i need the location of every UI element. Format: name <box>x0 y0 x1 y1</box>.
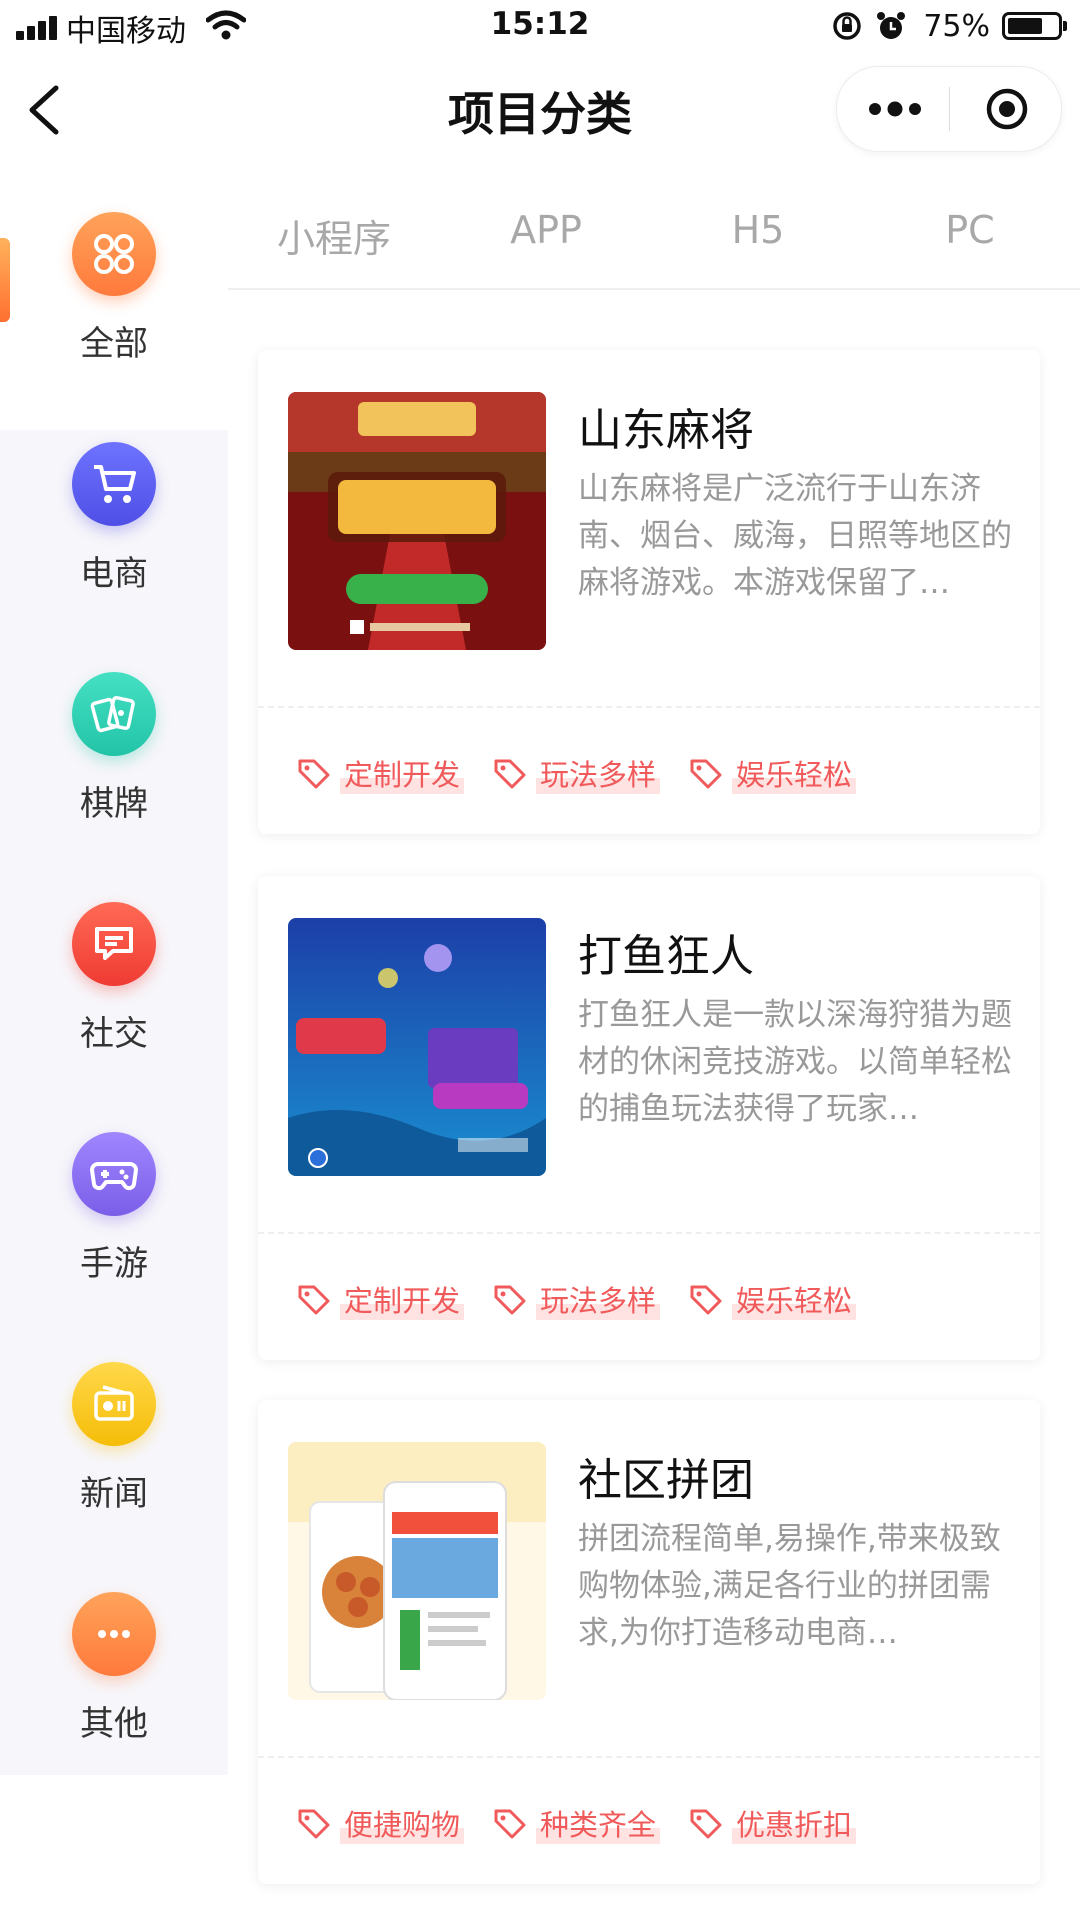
card-description: 山东麻将是广泛流行于山东济南、烟台、威海，日照等地区的麻将游戏。本游戏保留了… <box>578 471 1012 601</box>
feature-tag: 玩法多样 <box>492 1274 661 1324</box>
sidebar-item-label: 社交 <box>80 1014 148 1054</box>
tag-icon <box>298 1809 330 1839</box>
sidebar-item-board-games[interactable]: 棋牌 <box>0 660 228 890</box>
close-target-icon[interactable] <box>985 87 1029 131</box>
feature-tag: 优惠折扣 <box>688 1798 857 1848</box>
mahjong-thumbnail <box>288 392 546 650</box>
tag-label: 玩法多样 <box>536 752 661 794</box>
feature-tag: 定制开发 <box>296 1274 465 1324</box>
tag-icon <box>298 759 330 789</box>
card-description: 拼团流程简单,易操作,带来极致购物体验,满足各行业的拼团需求,为你打造移动电商… <box>578 1521 1001 1651</box>
card-tags: 定制开发 玩法多样 娱乐轻松 <box>296 1274 857 1324</box>
more-icon <box>72 1592 156 1676</box>
tag-label: 定制开发 <box>340 752 465 794</box>
feature-tag: 便捷购物 <box>296 1798 465 1848</box>
radio-icon <box>72 1362 156 1446</box>
tab-pc[interactable]: PC <box>880 208 1060 252</box>
sidebar-item-news[interactable]: 新闻 <box>0 1350 228 1580</box>
feature-tag: 玩法多样 <box>492 748 661 798</box>
feature-tag: 种类齐全 <box>492 1798 661 1848</box>
cart-icon <box>72 442 156 526</box>
sidebar-item-other[interactable]: 其他 <box>0 1580 228 1810</box>
card-title: 社区拼团 <box>578 1455 754 1506</box>
tag-icon <box>690 1809 722 1839</box>
category-sidebar: 全部 电商 棋牌 社交 手游 新闻 其他 <box>0 200 228 1775</box>
tag-icon <box>690 759 722 789</box>
tab-app[interactable]: APP <box>456 208 636 252</box>
feature-tag: 定制开发 <box>296 748 465 798</box>
sidebar-item-mobile-games[interactable]: 手游 <box>0 1120 228 1350</box>
tag-label: 定制开发 <box>340 1278 465 1320</box>
tag-label: 种类齐全 <box>536 1802 661 1844</box>
tag-label: 便捷购物 <box>340 1802 465 1844</box>
feature-tag: 娱乐轻松 <box>688 748 857 798</box>
capsule-divider <box>949 87 950 131</box>
sidebar-item-label: 其他 <box>80 1704 148 1744</box>
tag-icon <box>298 1285 330 1315</box>
card-title: 山东麻将 <box>578 405 754 456</box>
sidebar-item-label: 新闻 <box>80 1474 148 1514</box>
tag-label: 玩法多样 <box>536 1278 661 1320</box>
more-dots-icon[interactable] <box>867 93 923 125</box>
platform-tabs: 小程序 APP H5 PC <box>228 200 1080 290</box>
sidebar-item-all[interactable]: 全部 <box>0 200 228 430</box>
card-tags: 便捷购物 种类齐全 优惠折扣 <box>296 1798 857 1848</box>
card-divider <box>258 706 1040 708</box>
card-title: 打鱼狂人 <box>578 931 754 982</box>
cards-icon <box>72 672 156 756</box>
active-indicator <box>0 238 10 322</box>
group-buy-thumbnail <box>288 1442 546 1700</box>
sidebar-item-label: 手游 <box>80 1244 148 1284</box>
chat-icon <box>72 902 156 986</box>
gamepad-icon <box>72 1132 156 1216</box>
sidebar-item-social[interactable]: 社交 <box>0 890 228 1120</box>
alarm-icon <box>877 12 906 39</box>
tab-mini-program[interactable]: 小程序 <box>244 208 424 263</box>
project-card[interactable]: 山东麻将 山东麻将是广泛流行于山东济南、烟台、威海，日照等地区的麻将游戏。本游戏… <box>258 350 1040 834</box>
grid-icon <box>72 212 156 296</box>
tag-label: 娱乐轻松 <box>732 1278 857 1320</box>
rotation-lock-icon <box>833 12 862 40</box>
tag-icon <box>494 1809 526 1839</box>
feature-tag: 娱乐轻松 <box>688 1274 857 1324</box>
tag-label: 娱乐轻松 <box>732 752 857 794</box>
fishing-game-thumbnail <box>288 918 546 1176</box>
status-bar: 中国移动 15:12 75% <box>0 0 1080 54</box>
mini-program-capsule <box>836 66 1062 152</box>
sidebar-item-label: 棋牌 <box>80 784 148 824</box>
project-card[interactable]: 社区拼团 拼团流程简单,易操作,带来极致购物体验,满足各行业的拼团需求,为你打造… <box>258 1400 1040 1884</box>
card-divider <box>258 1232 1040 1234</box>
card-tags: 定制开发 玩法多样 娱乐轻松 <box>296 748 857 798</box>
tag-icon <box>690 1285 722 1315</box>
tag-icon <box>494 759 526 789</box>
nav-bar: 项目分类 <box>0 54 1080 164</box>
card-divider <box>258 1756 1040 1758</box>
battery-percent: 75% <box>923 8 990 44</box>
sidebar-item-ecommerce[interactable]: 电商 <box>0 430 228 660</box>
tag-label: 优惠折扣 <box>732 1802 857 1844</box>
project-card[interactable]: 打鱼狂人 打鱼狂人是一款以深海狩猎为题材的休闲竞技游戏。以简单轻松的捕鱼玩法获得… <box>258 876 1040 1360</box>
tab-h5[interactable]: H5 <box>668 208 848 252</box>
sidebar-item-label: 全部 <box>80 324 148 364</box>
card-description: 打鱼狂人是一款以深海狩猎为题材的休闲竞技游戏。以简单轻松的捕鱼玩法获得了玩家… <box>578 997 1012 1127</box>
battery-icon <box>1002 12 1067 40</box>
sidebar-item-label: 电商 <box>80 554 148 594</box>
tag-icon <box>494 1285 526 1315</box>
